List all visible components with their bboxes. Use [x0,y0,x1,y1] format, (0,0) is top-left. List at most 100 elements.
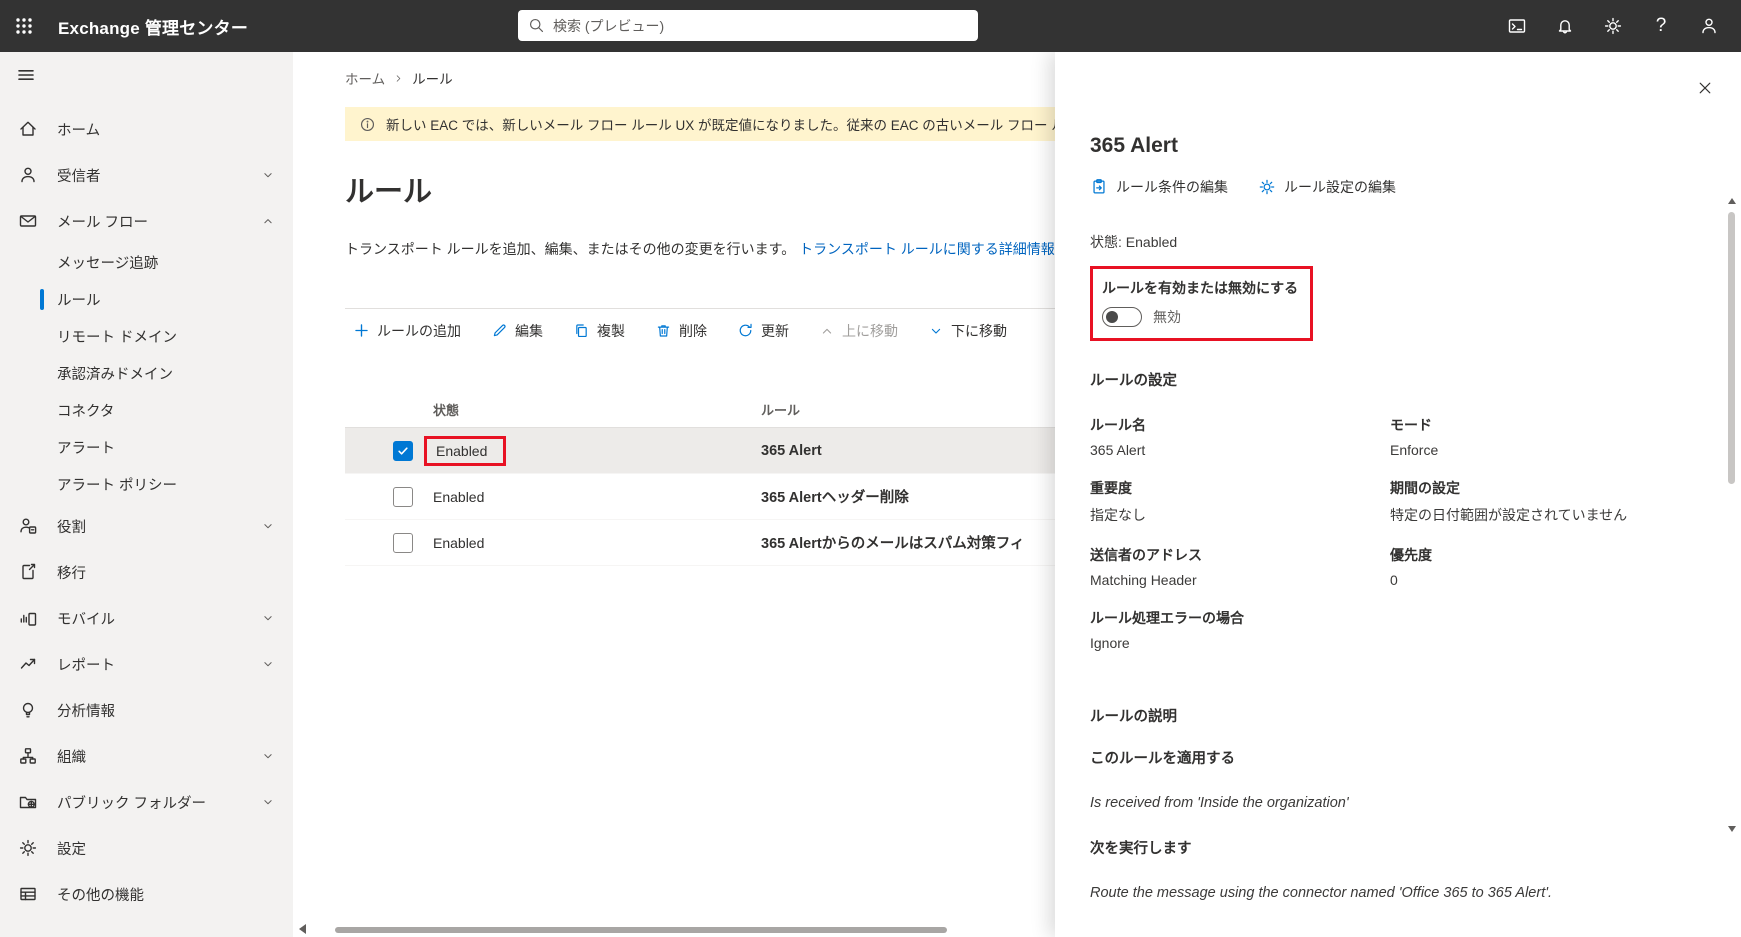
move-down-button[interactable]: 下に移動 [928,321,1007,341]
hamburger-icon [16,65,36,85]
move-up-button[interactable]: 上に移動 [819,321,898,341]
scroll-down-arrow[interactable] [1728,826,1736,832]
powershell-button[interactable] [1493,0,1541,52]
migration-icon [18,562,38,582]
apply-rule-label: このルールを適用する [1090,747,1681,768]
panel-title: 365 Alert [1090,134,1681,158]
sidebar-item-roles[interactable]: 役割 [0,503,293,549]
edit-button[interactable]: 編集 [491,321,543,341]
edit-rule-conditions-button[interactable]: ルール条件の編集 [1090,177,1228,197]
app-launcher-button[interactable] [0,0,48,52]
rule-details-panel: 365 Alert ルール条件の編集 ルール設定の編集 状態: Enabled … [1055,52,1741,937]
pencil-icon [491,322,508,339]
rule-action-text: Route the message using the connector na… [1090,885,1681,901]
row-checkbox[interactable] [393,487,413,507]
notifications-button[interactable] [1541,0,1589,52]
sidebar-item-reports[interactable]: レポート [0,641,293,687]
gear-icon [1603,16,1623,36]
field-sender-address: 送信者のアドレス Matching Header [1090,545,1390,588]
check-icon [396,444,410,458]
rule-description-title: ルールの説明 [1090,705,1681,726]
chevron-right-icon [393,73,404,84]
scroll-up-arrow[interactable] [1728,198,1736,204]
sidebar-item-other-features[interactable]: その他の機能 [0,871,293,917]
sidebar-item-recipients[interactable]: 受信者 [0,152,293,198]
sidebar-item-migration[interactable]: 移行 [0,549,293,595]
rule-enable-toggle[interactable] [1102,307,1142,327]
status-value: Enabled [433,535,761,551]
sidebar-item-home[interactable]: ホーム [0,106,293,152]
sidebar-item-message-trace[interactable]: メッセージ追跡 [0,244,293,281]
trash-icon [655,322,672,339]
nav-collapse-button[interactable] [0,52,293,98]
breadcrumb-home[interactable]: ホーム [345,68,385,88]
top-bar: Exchange 管理センター ? [0,0,1741,52]
terminal-icon [1507,16,1527,36]
clipboard-edit-icon [1090,178,1108,196]
scroll-thumb[interactable] [1728,212,1735,484]
account-button[interactable] [1685,0,1733,52]
field-priority: 優先度 0 [1390,545,1681,588]
mail-icon [18,211,38,231]
rule-settings-title: ルールの設定 [1090,369,1681,390]
sidebar-item-mail-flow[interactable]: メール フロー [0,198,293,244]
gear-icon [18,838,38,858]
rule-status-line: 状態: Enabled [1090,232,1681,252]
app-title: Exchange 管理センター [58,14,248,39]
panel-actions: ルール条件の編集 ルール設定の編集 [1090,177,1681,197]
sidebar-item-alerts[interactable]: アラート [0,429,293,466]
row-checkbox-checked[interactable] [393,441,413,461]
breadcrumb-current: ルール [412,68,453,88]
field-rule-name: ルール名 365 Alert [1090,415,1390,458]
horizontal-scrollbar[interactable] [335,927,947,933]
edit-rule-settings-button[interactable]: ルール設定の編集 [1258,177,1396,197]
search-icon [528,17,545,34]
sidebar-item-accepted-domains[interactable]: 承認済みドメイン [0,355,293,392]
toggle-state-label: 無効 [1153,307,1181,327]
field-rule-error-action: ルール処理エラーの場合 Ignore [1090,608,1390,651]
row-checkbox[interactable] [393,533,413,553]
chevron-down-icon [928,323,944,339]
settings-button[interactable] [1589,0,1637,52]
plus-icon [353,322,370,339]
chevron-down-icon [261,519,275,533]
status-value: Enabled [433,489,761,505]
refresh-icon [737,322,754,339]
do-following-label: 次を実行します [1090,837,1681,858]
rule-condition-text: Is received from 'Inside the organizatio… [1090,795,1681,811]
sidebar-item-insights[interactable]: 分析情報 [0,687,293,733]
toggle-knob [1106,311,1118,323]
search-input[interactable] [553,18,968,34]
refresh-button[interactable]: 更新 [737,321,789,341]
sidebar-item-connectors[interactable]: コネクタ [0,392,293,429]
field-duration: 期間の設定 特定の日付範囲が設定されていません [1390,478,1681,525]
add-rule-button[interactable]: ルールの追加 [353,321,461,341]
hscroll-left-arrow[interactable] [299,924,306,934]
sidebar-item-rules[interactable]: ルール [0,281,293,318]
panel-scrollbar[interactable] [1726,198,1738,832]
sidebar-item-organization[interactable]: 組織 [0,733,293,779]
sidebar-item-mobile[interactable]: モバイル [0,595,293,641]
banner-text: 新しい EAC では、新しいメール フロー ルール UX が既定値になりました。… [386,114,1132,134]
field-severity: 重要度 指定なし [1090,478,1390,525]
panel-close-button[interactable] [1691,74,1719,102]
status-annotation: Enabled [424,436,506,466]
sidebar-item-alert-policies[interactable]: アラート ポリシー [0,466,293,503]
org-icon [18,746,38,766]
sidebar-item-remote-domains[interactable]: リモート ドメイン [0,318,293,355]
transport-rules-learn-more-link[interactable]: トランスポート ルールに関する詳細情報 [799,241,1055,257]
column-header-status[interactable]: 状態 [433,400,761,419]
enable-disable-annotation: ルールを有効または無効にする 無効 [1090,266,1313,341]
help-button[interactable]: ? [1637,0,1685,52]
chevron-down-icon [261,168,275,182]
search-box[interactable] [518,10,978,41]
delete-button[interactable]: 削除 [655,321,707,341]
chevron-down-icon [261,749,275,763]
chevron-down-icon [261,657,275,671]
chevron-up-icon [819,323,835,339]
duplicate-button[interactable]: 複製 [573,321,625,341]
mobile-icon [18,608,38,628]
person-icon [18,165,38,185]
sidebar-item-public-folders[interactable]: パブリック フォルダー [0,779,293,825]
sidebar-item-settings[interactable]: 設定 [0,825,293,871]
